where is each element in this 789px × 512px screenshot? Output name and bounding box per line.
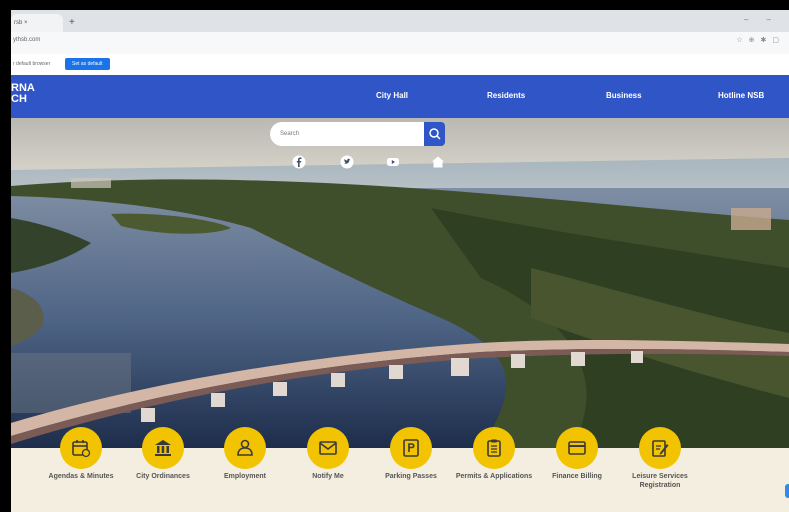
quick-link-finance-billing[interactable]: Finance Billing	[538, 427, 616, 481]
facebook-icon	[292, 155, 306, 169]
quick-link-icon-circle	[556, 427, 598, 469]
clipboard-icon	[487, 439, 501, 457]
search-input[interactable]: Search	[270, 122, 424, 146]
nav-business[interactable]: Business	[606, 91, 642, 100]
quick-link-city-ordinances[interactable]: City Ordinances	[124, 427, 202, 481]
infobar-message: r default browser	[13, 61, 51, 67]
home-link[interactable]	[431, 155, 445, 169]
home-icon	[432, 156, 444, 168]
nav-residents[interactable]: Residents	[487, 91, 525, 100]
building-icon	[155, 440, 171, 456]
quick-link-agendas-minutes[interactable]: Agendas & Minutes	[42, 427, 120, 481]
quick-link-leisure-services[interactable]: Leisure Services Registration	[621, 427, 699, 490]
search-button[interactable]	[424, 122, 445, 146]
browser-tab[interactable]: rsb ×	[11, 14, 63, 32]
new-tab-button[interactable]: +	[69, 14, 75, 32]
quick-link-label: Agendas & Minutes	[48, 473, 114, 480]
facebook-link[interactable]	[292, 155, 306, 169]
url-text[interactable]: ythsb.com	[13, 37, 40, 43]
quick-link-label: Finance Billing	[552, 473, 602, 480]
tab-title: rsb ×	[14, 20, 28, 26]
browser-chrome: rsb × + – – ythsb.com ☆⊕✱▢ r default bro…	[11, 10, 789, 76]
card-icon	[568, 441, 586, 455]
envelope-icon	[319, 441, 337, 455]
quick-link-icon-circle	[60, 427, 102, 469]
youtube-link[interactable]	[386, 155, 400, 169]
twitter-link[interactable]	[340, 155, 354, 169]
quick-link-permits-applications[interactable]: Permits & Applications	[455, 427, 533, 481]
quick-link-label: Parking Passes	[385, 473, 437, 480]
floating-chat-tab[interactable]	[785, 484, 789, 498]
nav-hotline-nsb[interactable]: Hotline NSB	[718, 91, 764, 100]
quick-link-icon-circle	[224, 427, 266, 469]
window-controls[interactable]: – –	[744, 15, 779, 24]
quick-link-label: Permits & Applications	[455, 473, 533, 480]
quick-link-icon-circle	[142, 427, 184, 469]
parking-icon	[403, 439, 419, 457]
quick-link-label: City Ordinances	[136, 473, 190, 480]
person-icon	[237, 439, 253, 456]
hero-image	[11, 118, 789, 448]
search-icon	[429, 128, 441, 140]
quick-link-label: Notify Me	[312, 473, 344, 480]
logo-line-2: CH	[11, 93, 27, 105]
form-icon	[652, 440, 669, 457]
quick-link-label: Employment	[223, 473, 266, 480]
site-logo[interactable]: RNA CH	[11, 83, 35, 105]
calendar-icon	[72, 440, 91, 458]
quick-link-icon-circle	[307, 427, 349, 469]
nav-city-hall[interactable]: City Hall	[376, 91, 408, 100]
site-navbar: RNA CH City Hall Residents Business Hotl…	[11, 75, 789, 118]
tab-strip: rsb × + – –	[11, 10, 789, 32]
search-bar: Search	[270, 122, 455, 146]
quick-link-icon-circle	[639, 427, 681, 469]
quick-link-parking-passes[interactable]: Parking Passes	[372, 427, 450, 481]
quick-link-icon-circle	[390, 427, 432, 469]
aerial-bridge-photo	[11, 118, 789, 448]
set-default-button[interactable]: Set as default	[65, 58, 110, 70]
default-browser-infobar: r default browser Set as default	[11, 54, 789, 76]
quick-access-bar: Agendas & Minutes City Ordinances Employ…	[11, 427, 789, 512]
screen-top-bar	[0, 0, 789, 10]
address-bar[interactable]: ythsb.com ☆⊕✱▢	[11, 32, 789, 54]
toolbar-icons[interactable]: ☆⊕✱▢	[736, 36, 785, 44]
twitter-icon	[340, 155, 354, 169]
quick-link-icon-circle	[473, 427, 515, 469]
quick-link-notify-me[interactable]: Notify Me	[289, 427, 367, 481]
quick-link-label: Leisure Services Registration	[632, 473, 688, 489]
youtube-icon	[387, 158, 399, 166]
quick-link-employment[interactable]: Employment	[206, 427, 284, 481]
